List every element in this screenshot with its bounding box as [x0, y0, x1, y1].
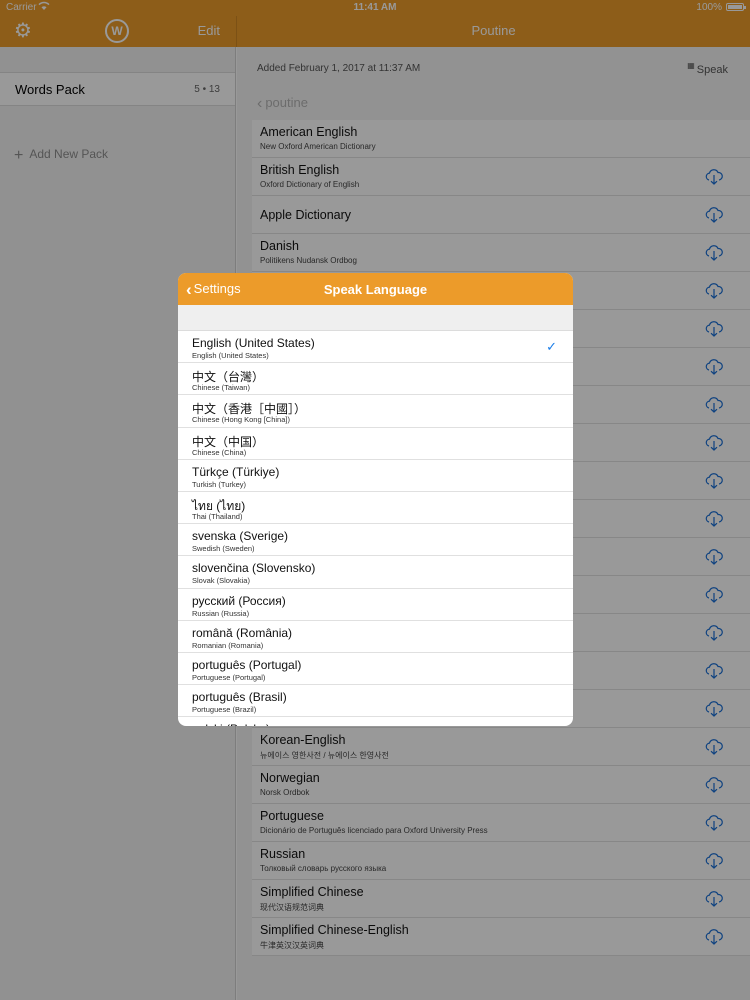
language-native-name: português (Brasil)	[192, 690, 287, 705]
list-item[interactable]: română (România) Romanian (Romania)	[178, 621, 573, 653]
section-gap	[178, 305, 573, 331]
list-item[interactable]: 中文（台灣） Chinese (Taiwan)	[178, 363, 573, 396]
language-english-name: Chinese (China)	[192, 447, 247, 457]
language-english-name: Turkish (Turkey)	[192, 479, 247, 489]
list-item[interactable]: português (Portugal) Portuguese (Portugal…	[178, 653, 573, 686]
speak-language-modal: ‹ Settings Speak Language English (United…	[178, 273, 573, 726]
language-native-name: svenska (Sverige)	[192, 529, 289, 544]
language-english-name: English (United States)	[192, 351, 269, 360]
list-item[interactable]: português (Brasil) Portuguese (Brazil)	[178, 685, 573, 718]
language-english-name: Chinese (Hong Kong [China])	[192, 415, 290, 425]
modal-title: Speak Language	[323, 282, 428, 297]
language-native-name: português (Portugal)	[192, 657, 302, 672]
list-item[interactable]: English (United States) English (United S…	[178, 331, 573, 364]
list-item[interactable]: svenska (Sverige) Swedish (Sweden)	[178, 524, 573, 557]
language-native-name: русский (Россия)	[192, 593, 286, 608]
language-list: English (United States) English (United S…	[178, 331, 573, 726]
list-item[interactable]: ไทย (ไทย) Thai (Thailand)	[178, 492, 573, 525]
language-english-name: Swedish (Sweden)	[192, 544, 255, 554]
language-english-name: Russian (Russia)	[192, 608, 250, 618]
list-item[interactable]: polski (Polska)	[178, 717, 573, 726]
checkmark-icon: ✓	[546, 339, 557, 354]
list-item[interactable]: 中文（中国） Chinese (China)	[178, 428, 573, 460]
language-native-name: slovenčina (Slovensko)	[192, 561, 316, 576]
language-english-name: Slovak (Slovakia)	[192, 576, 250, 586]
language-english-name: Romanian (Romania)	[192, 640, 264, 650]
language-english-name: Portuguese (Portugal)	[192, 672, 266, 682]
language-native-name: Türkçe (Türkiye)	[192, 464, 280, 479]
list-item[interactable]: slovenčina (Slovensko) Slovak (Slovakia)	[178, 556, 573, 589]
language-english-name: Portuguese (Brazil)	[192, 705, 257, 715]
list-item[interactable]: русский (Россия) Russian (Russia)	[178, 589, 573, 621]
list-item[interactable]: Türkçe (Türkiye) Turkish (Turkey)	[178, 460, 573, 492]
language-native-name: English (United States)	[192, 336, 315, 350]
list-item[interactable]: 中文（香港［中國］） Chinese (Hong Kong [China])	[178, 395, 573, 428]
language-english-name: Chinese (Taiwan)	[192, 383, 250, 393]
modal-header: ‹ Settings Speak Language	[178, 273, 573, 305]
language-english-name: Thai (Thailand)	[192, 511, 243, 521]
language-native-name: română (România)	[192, 625, 293, 640]
language-native-name: polski (Polska)	[192, 722, 270, 726]
